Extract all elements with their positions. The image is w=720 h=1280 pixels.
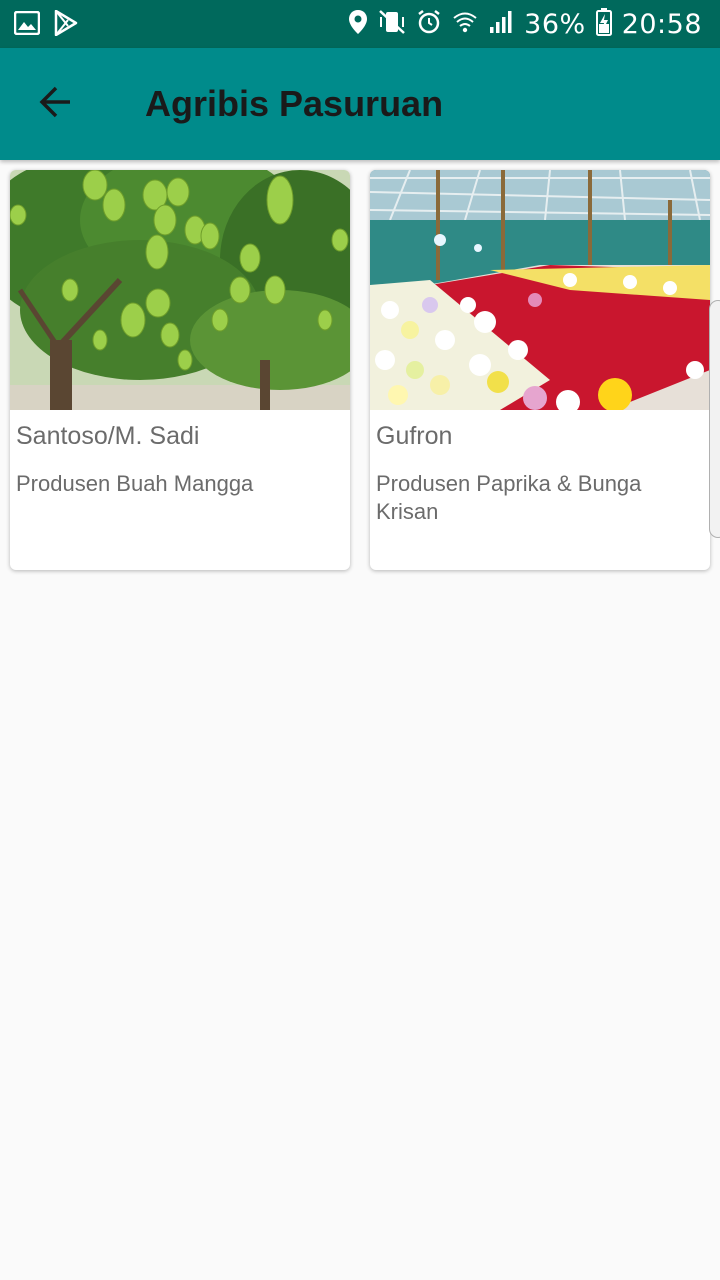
producer-name: Santoso/M. Sadi (16, 422, 200, 450)
producer-card[interactable]: Santoso/M. Sadi Produsen Buah Mangga (10, 170, 350, 570)
gallery-icon (13, 10, 41, 40)
signal-icon (488, 9, 514, 40)
back-button[interactable] (24, 72, 88, 136)
mango-tree-photo (10, 170, 350, 410)
producer-name: Gufron (376, 422, 453, 450)
edge-panel-handle[interactable] (709, 300, 720, 538)
flower-greenhouse-photo (370, 170, 710, 410)
play-store-icon (54, 9, 78, 41)
page-title: Agribis Pasuruan (145, 83, 444, 124)
producer-card[interactable]: Gufron Produsen Paprika & Bunga Krisan (370, 170, 710, 570)
battery-percentage: 36% (524, 8, 586, 40)
alarm-icon (416, 9, 442, 40)
status-bar: 36% 20:58 (0, 0, 720, 48)
location-icon (348, 9, 368, 40)
producer-description: Produsen Buah Mangga (16, 471, 254, 496)
vibrate-mute-icon (378, 9, 406, 40)
app-bar: Agribis Pasuruan (0, 48, 720, 160)
wifi-icon (452, 9, 478, 40)
battery-charging-icon (595, 7, 612, 41)
arrow-back-icon (38, 84, 74, 125)
producer-description: Produsen Paprika & Bunga Krisan (376, 471, 642, 524)
clock: 20:58 (621, 8, 702, 40)
